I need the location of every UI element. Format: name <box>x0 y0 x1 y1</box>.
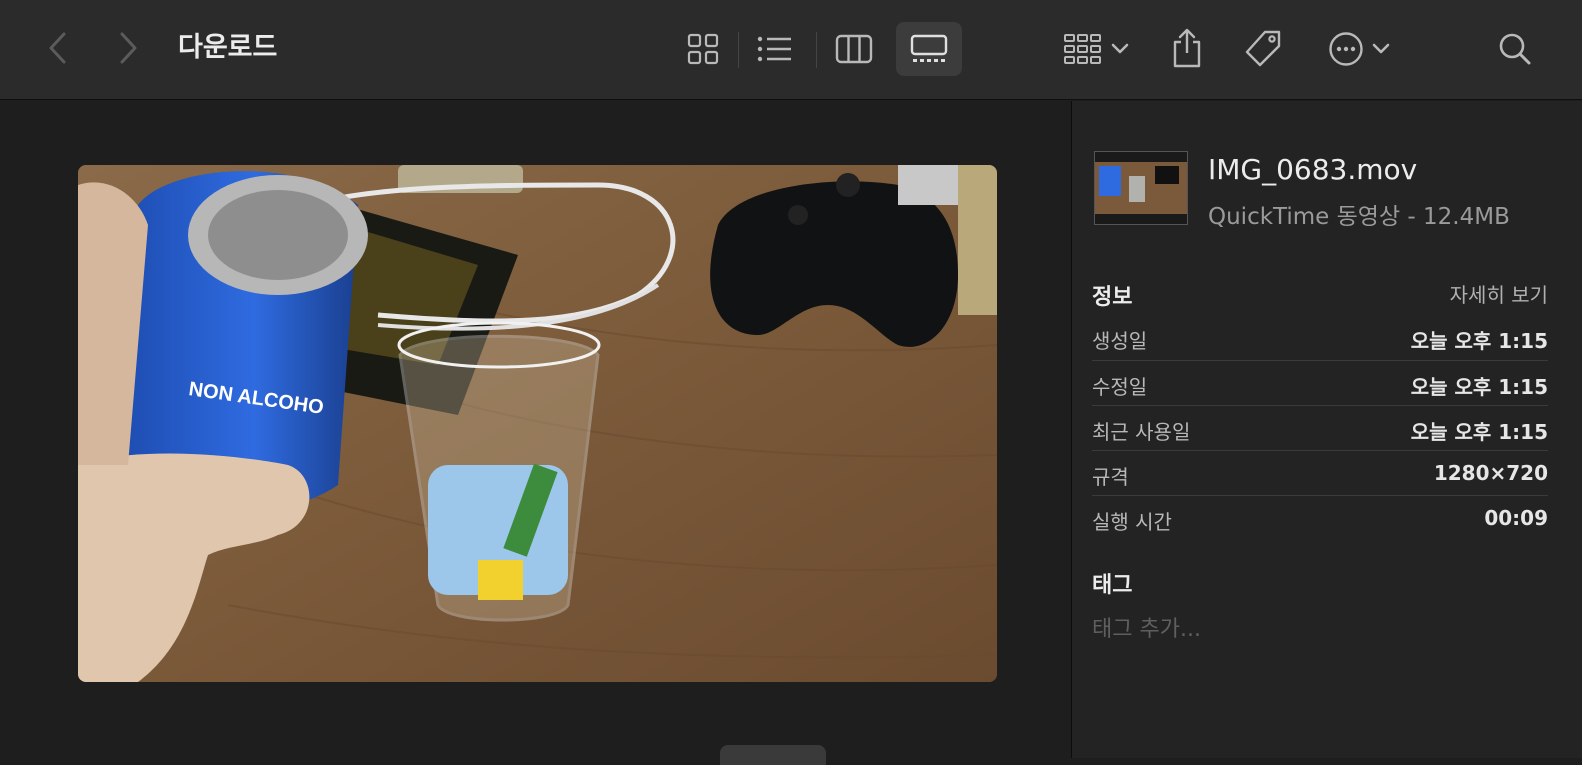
toolbar: 다운로드 <box>0 0 1582 100</box>
share-button[interactable] <box>1164 22 1210 74</box>
add-tag-field[interactable]: 태그 추가... <box>1092 611 1201 643</box>
chevron-down-icon <box>1372 43 1390 54</box>
info-label: 최근 사용일 <box>1092 420 1191 444</box>
tag-button[interactable] <box>1240 24 1286 74</box>
show-more-link[interactable]: 자세히 보기 <box>1450 279 1548 308</box>
chevron-right-icon <box>120 32 137 64</box>
grid-view-icon <box>687 33 719 65</box>
info-label: 생성일 <box>1092 329 1148 353</box>
group-by-button[interactable] <box>1056 26 1136 72</box>
forward-button[interactable] <box>108 28 148 68</box>
info-value: 오늘 오후 1:15 <box>1410 375 1548 399</box>
tag-icon <box>1245 30 1281 67</box>
finder-window: 다운로드 NON ALCOHO IMG_0683.mov QuickTime 동… <box>0 0 1582 765</box>
column-view-button[interactable] <box>830 26 878 72</box>
info-value: 오늘 오후 1:15 <box>1410 329 1548 353</box>
info-row: 수정일 오늘 오후 1:15 <box>1092 360 1548 406</box>
toolbar-separator <box>738 32 739 68</box>
group-icon <box>1064 34 1101 64</box>
more-actions-button[interactable] <box>1322 26 1396 72</box>
icon-view-button[interactable] <box>680 26 726 72</box>
column-view-icon <box>835 34 873 64</box>
info-row: 실행 시간 00:09 <box>1092 495 1548 541</box>
tags-section-title: 태그 <box>1092 573 1133 598</box>
info-value: 1280×720 <box>1433 461 1548 485</box>
info-value: 00:09 <box>1484 506 1548 530</box>
gallery-view-button[interactable] <box>896 22 962 76</box>
list-view-icon <box>757 36 791 62</box>
gallery-view-icon <box>910 34 948 62</box>
gallery-main-area: NON ALCOHO <box>0 101 1072 765</box>
info-label: 규격 <box>1092 465 1129 489</box>
info-label: 실행 시간 <box>1092 510 1172 534</box>
scrubber-handle[interactable] <box>720 745 826 765</box>
video-preview-image: NON ALCOHO <box>78 165 997 682</box>
info-value: 오늘 오후 1:15 <box>1410 420 1548 444</box>
preview-sidebar: IMG_0683.mov QuickTime 동영상 - 12.4MB 정보 자… <box>1072 101 1582 758</box>
info-section-title: 정보 <box>1092 285 1133 310</box>
info-row: 규격 1280×720 <box>1092 450 1548 496</box>
window-title: 다운로드 <box>178 32 278 63</box>
list-view-button[interactable] <box>752 26 798 72</box>
info-label: 수정일 <box>1092 375 1148 399</box>
media-preview[interactable]: NON ALCOHO <box>78 165 997 682</box>
search-button[interactable] <box>1492 26 1538 72</box>
thumbnail-image <box>1095 152 1187 224</box>
file-kind-size: QuickTime 동영상 - 12.4MB <box>1208 204 1510 230</box>
info-row: 최근 사용일 오늘 오후 1:15 <box>1092 405 1548 451</box>
chevron-down-icon <box>1111 43 1129 54</box>
toolbar-separator <box>816 32 817 68</box>
file-thumbnail <box>1094 151 1188 225</box>
back-button[interactable] <box>38 28 78 68</box>
file-name: IMG_0683.mov <box>1208 153 1418 186</box>
chevron-left-icon <box>49 32 66 64</box>
search-icon <box>1499 33 1531 65</box>
ellipsis-circle-icon <box>1329 32 1363 66</box>
share-icon <box>1173 28 1201 68</box>
info-row: 생성일 오늘 오후 1:15 <box>1092 315 1548 360</box>
